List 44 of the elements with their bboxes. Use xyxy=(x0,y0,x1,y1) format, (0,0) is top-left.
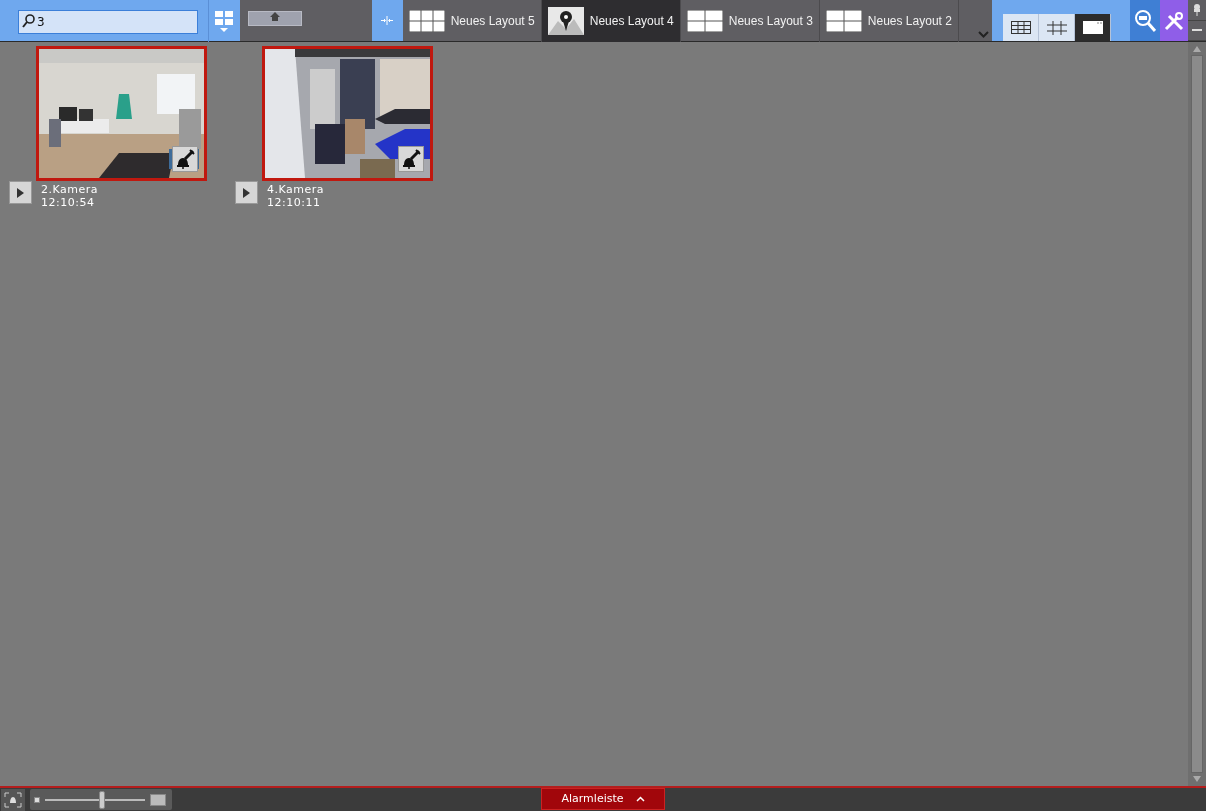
window-icon xyxy=(1082,21,1103,34)
play-button[interactable] xyxy=(9,181,32,204)
bell-icon xyxy=(4,791,22,808)
grid-icon xyxy=(1046,20,1067,35)
alarm-bar-button[interactable]: Alarmleiste xyxy=(541,788,665,810)
alarm-button[interactable] xyxy=(172,146,198,172)
play-icon xyxy=(17,187,24,198)
grid-icon xyxy=(214,8,233,33)
home-icon xyxy=(269,12,280,21)
camera-name: 2.Kamera xyxy=(41,183,98,196)
map-pin-icon xyxy=(547,7,584,35)
grid-icon xyxy=(686,10,723,32)
pin-icon xyxy=(1193,3,1201,16)
chevron-icon xyxy=(635,796,645,802)
zoom-slider[interactable] xyxy=(45,793,145,806)
layout-tab[interactable]: Neues Layout 4 xyxy=(541,0,681,42)
split-button[interactable] xyxy=(371,0,403,41)
grid-icon xyxy=(825,10,862,32)
view-mode-button[interactable] xyxy=(1075,14,1112,41)
search-field[interactable]: 3 xyxy=(18,9,198,34)
settings-button[interactable] xyxy=(1160,0,1188,41)
play-icon xyxy=(243,187,250,198)
camera-name: 4.Kamera xyxy=(267,183,324,196)
bell-icon xyxy=(401,149,421,169)
chevron-icon xyxy=(978,31,990,38)
camera-time: 12:10:54 xyxy=(41,196,96,209)
table-icon xyxy=(1010,21,1031,34)
grid-icon xyxy=(408,10,445,32)
small-size-icon xyxy=(34,796,40,803)
home-button[interactable] xyxy=(247,11,302,26)
view-mode-button[interactable] xyxy=(1039,14,1076,41)
camera-time: 12:10:11 xyxy=(267,196,322,209)
split-icon xyxy=(381,16,394,25)
search-button[interactable] xyxy=(1130,0,1161,41)
view-mode-button[interactable] xyxy=(1003,14,1040,41)
alarm-button[interactable] xyxy=(398,146,424,172)
minimize-icon xyxy=(1192,28,1202,32)
search-icon xyxy=(22,13,35,28)
fullscreen-alarm-button[interactable] xyxy=(1,788,25,811)
play-button[interactable] xyxy=(235,181,258,204)
settings-icon xyxy=(1164,10,1184,31)
large-size-icon xyxy=(150,793,166,806)
search-icon xyxy=(1134,8,1157,33)
bell-icon xyxy=(175,149,195,169)
